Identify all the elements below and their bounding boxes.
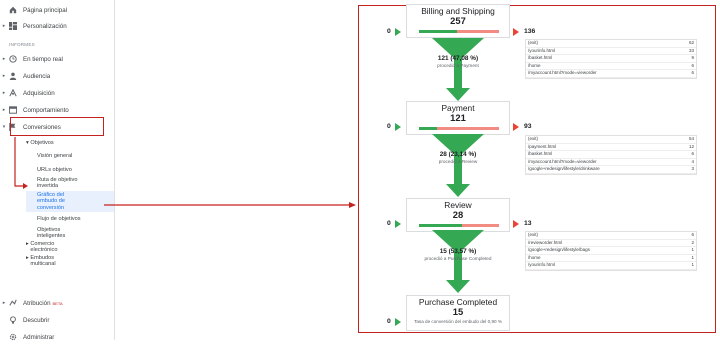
step-count: 121: [450, 112, 466, 123]
table-row[interactable]: (exit) 62: [526, 40, 696, 48]
entry-arrow-icon: [395, 123, 401, 131]
exit-arrow-icon: [513, 123, 519, 131]
funnel-cone: [432, 38, 484, 101]
funnel-step[interactable]: Payment 121: [406, 101, 510, 135]
funnel-visualization-panel: Billing and Shipping 257 0 136 (exit) 62 …: [358, 4, 716, 333]
transition-label: procedió a Payment: [437, 63, 479, 68]
funnel-step[interactable]: Purchase Completed 15 Tasa de conversión…: [406, 295, 510, 331]
funnel-cone: [432, 230, 484, 293]
entry-arrow-icon: [395, 318, 401, 326]
transition-label: procedió a Review: [438, 159, 478, 164]
step-exits[interactable]: 13: [524, 220, 532, 227]
table-row[interactable]: /yourinfo.html 1: [526, 262, 696, 270]
funnel-step[interactable]: Billing and Shipping 257: [406, 4, 510, 38]
step-count: 15: [452, 306, 464, 317]
step-exits[interactable]: 136: [524, 28, 535, 35]
exit-arrow-icon: [513, 220, 519, 228]
step-progress-bar: [419, 30, 499, 33]
step-entries: 0: [387, 318, 391, 325]
table-row[interactable]: /payment.html 12: [526, 144, 696, 151]
step-progress-bar: [419, 127, 499, 130]
step-count: 257: [450, 15, 466, 26]
table-row[interactable]: /revieworder.html 2: [526, 240, 696, 247]
table-row[interactable]: /myaccount.html?mode=vieworder 4: [526, 159, 696, 166]
step-entries: 0: [387, 220, 391, 227]
table-row[interactable]: /basket.html 6: [526, 151, 696, 159]
table-row[interactable]: (exit) 6: [526, 232, 696, 240]
transition-value: 28 (23,14 %): [439, 151, 477, 158]
transition-value: 121 (47,08 %): [437, 55, 479, 62]
exit-pages-table: (exit) 62 /yourinfo.html 33 /basket.html 9 …: [525, 39, 697, 79]
exit-pages-table: (exit) 54 /payment.html 12 /basket.html 6 /…: [525, 135, 697, 175]
table-row[interactable]: /basket.html 9: [526, 55, 696, 63]
step-progress-bar: [419, 224, 499, 227]
entry-arrow-icon: [395, 28, 401, 36]
exit-pages-table: (exit) 6 /revieworder.html 2 /google+redes…: [525, 231, 697, 271]
step-entries: 0: [387, 123, 391, 130]
funnel-step[interactable]: Review 28: [406, 198, 510, 232]
step-count: 28: [452, 209, 464, 220]
exit-arrow-icon: [513, 28, 519, 36]
table-row[interactable]: /yourinfo.html 33: [526, 48, 696, 55]
table-row[interactable]: /home 6: [526, 63, 696, 70]
table-row[interactable]: /myaccount.html?mode=vieworder 6: [526, 70, 696, 78]
transition-label: procedió a Purchase Completed: [424, 256, 492, 261]
table-row[interactable]: /home 1: [526, 255, 696, 262]
step-exits[interactable]: 93: [524, 123, 532, 130]
table-row[interactable]: /google+redesign/lifestyle/bags 1: [526, 247, 696, 255]
funnel-cone: [432, 134, 484, 197]
funnel-conversion-rate: Tasa de conversión del embudo del 0,90 %: [414, 319, 502, 324]
table-row[interactable]: /google+redesign/lifestyle/drinkware 3: [526, 166, 696, 174]
transition-value: 15 (53,57 %): [439, 248, 477, 255]
entry-arrow-icon: [395, 220, 401, 228]
step-entries: 0: [387, 28, 391, 35]
table-row[interactable]: (exit) 54: [526, 136, 696, 144]
